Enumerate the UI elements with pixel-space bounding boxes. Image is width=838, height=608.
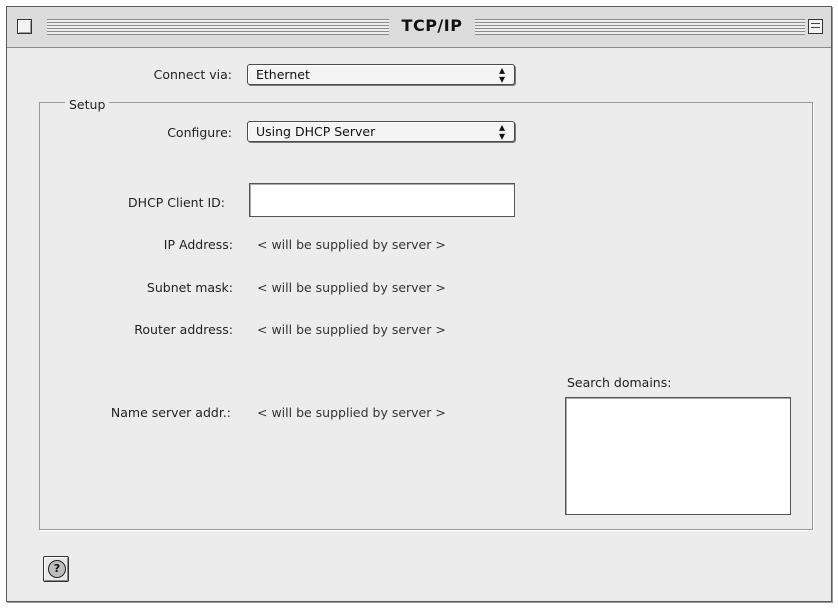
router-address-label: Router address: (134, 322, 233, 337)
search-domains-label: Search domains: (567, 375, 672, 390)
dhcp-client-id-label: DHCP Client ID: (128, 195, 225, 210)
search-domains-field[interactable] (565, 397, 791, 515)
connect-via-popup[interactable]: Ethernet ▴ ▾ (247, 64, 515, 85)
connect-via-value: Ethernet (256, 67, 310, 82)
title-bar[interactable]: TCP/IP (7, 7, 831, 48)
ip-address-label: IP Address: (163, 237, 233, 252)
popup-arrows-icon: ▴ ▾ (498, 63, 505, 86)
name-server-value: < will be supplied by server > (257, 405, 446, 420)
close-box-icon[interactable] (17, 19, 32, 34)
connect-via-label: Connect via: (153, 67, 232, 82)
dhcp-client-id-field[interactable] (249, 183, 515, 217)
title-bar-stripes-left (47, 19, 389, 35)
subnet-mask-value: < will be supplied by server > (257, 280, 446, 295)
tcpip-window: TCP/IP Connect via: Ethernet ▴ ▾ Setup Co… (6, 6, 832, 602)
title-bar-stripes-right (475, 19, 805, 35)
window-title: TCP/IP (401, 16, 463, 35)
configure-label: Configure: (167, 125, 232, 140)
zoom-box-icon[interactable] (808, 19, 823, 34)
help-icon: ? (48, 560, 66, 578)
subnet-mask-label: Subnet mask: (146, 280, 233, 295)
name-server-label: Name server addr.: (110, 405, 231, 420)
configure-value: Using DHCP Server (256, 124, 376, 139)
popup-arrows-icon: ▴ ▾ (498, 120, 505, 143)
setup-group-label: Setup (65, 97, 110, 112)
help-button[interactable]: ? (43, 556, 69, 582)
router-address-value: < will be supplied by server > (257, 322, 446, 337)
ip-address-value: < will be supplied by server > (257, 237, 446, 252)
configure-popup[interactable]: Using DHCP Server ▴ ▾ (247, 121, 515, 142)
